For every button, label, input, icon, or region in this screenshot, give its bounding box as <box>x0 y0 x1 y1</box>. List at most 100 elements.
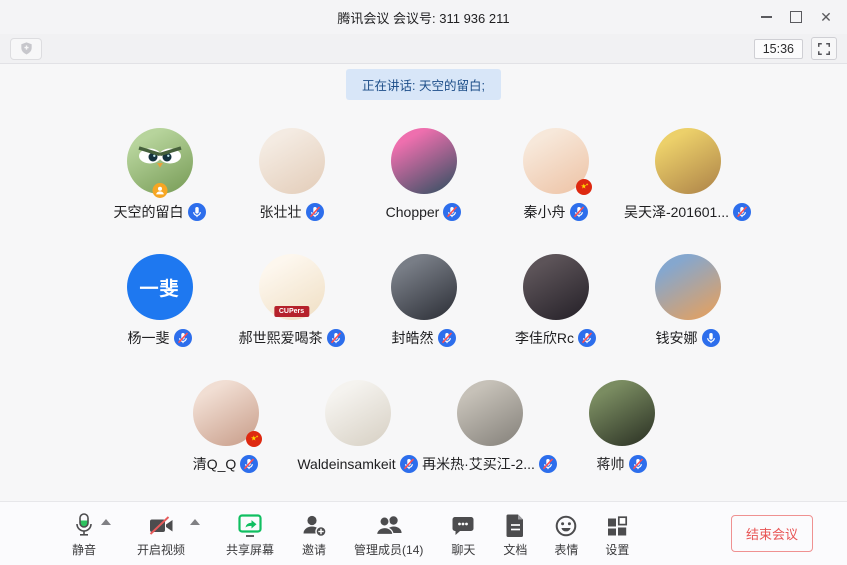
topbar-right: 15:36 <box>754 37 837 60</box>
toolbar-button-emoji[interactable]: 表情 <box>554 510 578 558</box>
speaking-banner: 正在讲话: 天空的留白; <box>346 69 501 100</box>
participant-grid: 天空的留白张壮壮Chopper★★秦小舟吴天泽-201601...一斐杨一斐CU… <box>84 128 764 501</box>
participant-tile[interactable]: 蒋帅 <box>556 380 688 474</box>
participant-tile[interactable]: 吴天泽-201601... <box>622 128 754 222</box>
security-shield-button[interactable] <box>10 38 42 60</box>
toolbar-button-camera-off[interactable]: 开启视频 <box>137 510 185 558</box>
participant-name-row: 秦小舟 <box>524 202 588 222</box>
participant-name: 秦小舟 <box>524 202 566 222</box>
end-meeting-button[interactable]: 结束会议 <box>731 515 813 552</box>
meeting-window: 腾讯会议 会议号: 311 936 211 ✕ 15:36 <box>0 0 847 565</box>
toolbar-label: 设置 <box>605 541 629 558</box>
screen-share-icon <box>236 510 264 538</box>
participant-name-row: 封皓然 <box>392 328 456 348</box>
participant-tile[interactable]: Waldeinsamkeit <box>292 380 424 474</box>
participant-avatar: 一斐 <box>127 254 193 320</box>
toolbar-label: 管理成员(14) <box>354 541 423 558</box>
fullscreen-button[interactable] <box>811 37 837 60</box>
participant-name-row: 天空的留白 <box>114 202 206 222</box>
mic-muted-icon <box>438 329 456 347</box>
participant-tile[interactable]: ★★ 秦小舟 <box>490 128 622 222</box>
toolbar-label: 聊天 <box>451 541 475 558</box>
camera-off-icon <box>147 510 176 538</box>
participant-tile[interactable]: ★★清Q_Q <box>160 380 292 474</box>
window-controls: ✕ <box>751 0 841 34</box>
participant-tile[interactable]: 天空的留白 <box>94 128 226 222</box>
participant-tile[interactable]: 李佳欣Rc <box>490 254 622 348</box>
participant-tile[interactable]: CUPers 郝世熙爱喝茶 <box>226 254 358 348</box>
participant-name-row: 张壮壮 <box>260 202 324 222</box>
toolbar-label: 表情 <box>554 541 578 558</box>
participant-name: 李佳欣Rc <box>515 328 574 348</box>
caret-up-icon[interactable] <box>190 519 200 525</box>
participant-avatar <box>457 380 523 446</box>
participant-name-row: 吴天泽-201601... <box>624 202 751 222</box>
toolbar-label: 文档 <box>503 541 527 558</box>
toolbar-label: 开启视频 <box>137 541 185 558</box>
mic-muted-icon <box>174 329 192 347</box>
close-icon: ✕ <box>820 10 832 24</box>
toolbar-button-invite[interactable]: 邀请 <box>301 510 327 558</box>
avatar-initials: 一斐 <box>127 254 193 320</box>
chat-icon <box>450 510 476 538</box>
participant-name: Waldeinsamkeit <box>297 456 395 472</box>
participant-avatar: CUPers <box>259 254 325 320</box>
participant-avatar <box>127 128 193 194</box>
utility-bar: 15:36 <box>0 34 847 64</box>
caret-up-icon[interactable] <box>101 519 111 525</box>
participant-name-row: Waldeinsamkeit <box>297 454 417 474</box>
participant-avatar <box>655 254 721 320</box>
toolbar-button-document[interactable]: 文档 <box>503 510 527 558</box>
minimize-icon <box>761 16 772 18</box>
participant-name: 再米热·艾买江-2... <box>422 454 535 474</box>
host-badge-icon <box>152 183 167 198</box>
mic-muted-icon <box>443 203 461 221</box>
mic-muted-icon <box>327 329 345 347</box>
close-button[interactable]: ✕ <box>811 4 841 30</box>
toolbar-label: 邀请 <box>302 541 326 558</box>
maximize-button[interactable] <box>781 4 811 30</box>
participant-avatar <box>589 380 655 446</box>
participant-avatar: ★★ <box>193 380 259 446</box>
participant-name: 封皓然 <box>392 328 434 348</box>
shield-icon <box>19 41 34 56</box>
titlebar: 腾讯会议 会议号: 311 936 211 ✕ <box>0 0 847 34</box>
toolbar-button-microphone[interactable]: 静音 <box>72 510 96 558</box>
minimize-button[interactable] <box>751 4 781 30</box>
participant-avatar <box>391 128 457 194</box>
participant-tile[interactable]: 封皓然 <box>358 254 490 348</box>
toolbar-button-chat[interactable]: 聊天 <box>450 510 476 558</box>
participant-tile[interactable]: 张壮壮 <box>226 128 358 222</box>
participant-tile[interactable]: Chopper <box>358 128 490 222</box>
participant-name-row: 蒋帅 <box>597 454 647 474</box>
participant-tile[interactable]: 再米热·艾买江-2... <box>424 380 556 474</box>
mic-muted-icon <box>629 455 647 473</box>
mic-on-icon <box>188 203 206 221</box>
participant-name: 吴天泽-201601... <box>624 202 729 222</box>
toolbar-label: 共享屏幕 <box>226 541 274 558</box>
participant-avatar <box>325 380 391 446</box>
participant-name-row: 再米热·艾买江-2... <box>422 454 557 474</box>
document-icon <box>504 510 526 538</box>
toolbar-button-members[interactable]: 管理成员(14) <box>354 510 423 558</box>
mic-muted-icon <box>400 455 418 473</box>
participant-name-row: 杨一斐 <box>128 328 192 348</box>
emoji-icon <box>554 510 578 538</box>
participant-name: 天空的留白 <box>114 202 184 222</box>
mic-muted-icon <box>539 455 557 473</box>
meeting-main-area: 正在讲话: 天空的留白; 天空的留白 张壮壮 Chopper ★★ 秦小舟 吴天泽-201… <box>0 64 847 501</box>
window-title: 腾讯会议 会议号: 311 936 211 <box>337 8 509 27</box>
participant-name: 张壮壮 <box>260 202 302 222</box>
participant-name: 杨一斐 <box>128 328 170 348</box>
participant-name: 郝世熙爱喝茶 <box>239 328 323 348</box>
mic-muted-icon <box>578 329 596 347</box>
participant-tile[interactable]: 钱安娜 <box>622 254 754 348</box>
flag-badge-icon: ★★ <box>246 431 262 447</box>
fullscreen-icon <box>817 42 831 56</box>
toolbar-button-screen-share[interactable]: 共享屏幕 <box>226 510 274 558</box>
participant-tile[interactable]: 一斐杨一斐 <box>94 254 226 348</box>
settings-icon <box>605 510 629 538</box>
flag-badge-icon: ★★ <box>576 179 592 195</box>
participant-avatar <box>523 254 589 320</box>
toolbar-button-settings[interactable]: 设置 <box>605 510 629 558</box>
